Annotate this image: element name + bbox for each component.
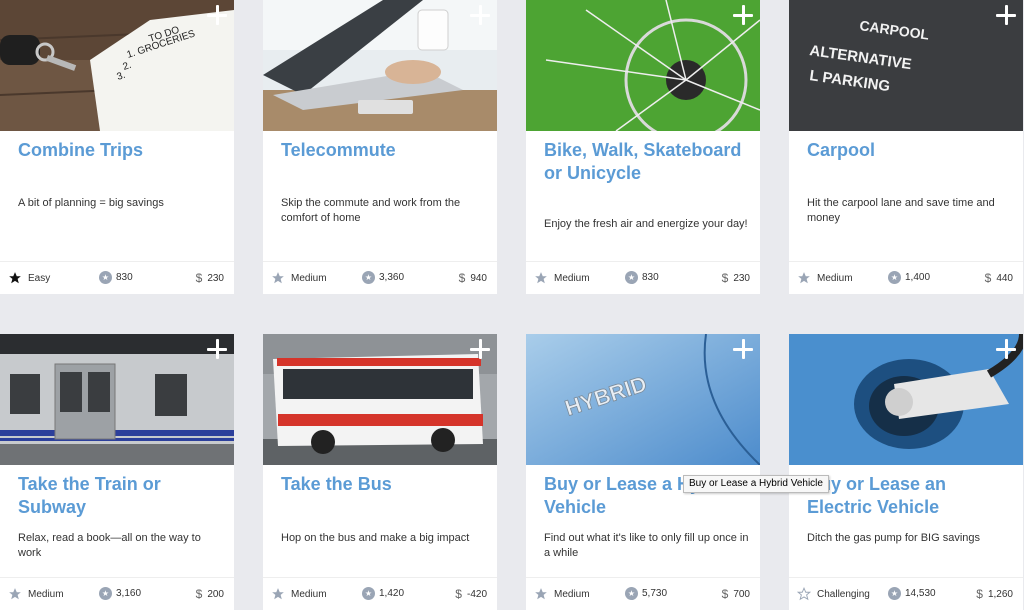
difficulty-label: Medium	[817, 272, 853, 284]
card-image	[526, 0, 760, 131]
savings-value: 230	[733, 272, 750, 284]
card-title[interactable]: Take the Bus	[281, 473, 486, 496]
points-value: 14,530	[905, 588, 936, 599]
dollar-icon: $	[455, 587, 462, 601]
action-card-bus[interactable]: Take the Bus Hop on the bus and make a b…	[263, 334, 497, 610]
points-value: 830	[116, 272, 133, 283]
difficulty-label: Medium	[554, 588, 590, 600]
card-image: CARPOOL ALTERNATIVE L PARKING	[789, 0, 1023, 131]
points-value: 830	[642, 272, 659, 283]
star-filled-icon	[272, 588, 284, 600]
star-filled-icon	[9, 272, 21, 284]
card-description: Enjoy the fresh air and energize your da…	[544, 218, 748, 230]
card-image	[0, 334, 234, 465]
card-description: Find out what it's like to only fill up …	[544, 532, 749, 559]
savings-value: 440	[996, 272, 1013, 284]
hover-tooltip: Buy or Lease a Hybrid Vehicle	[683, 475, 829, 493]
card-description: Relax, read a book—all on the way to wor…	[18, 532, 201, 559]
card-footer: Challenging ★ 14,530 $1,260	[789, 577, 1023, 610]
dollar-icon: $	[458, 271, 466, 285]
star-outline-icon	[797, 587, 811, 601]
add-plus-icon[interactable]	[993, 336, 1019, 362]
points-value: 3,160	[116, 588, 142, 599]
savings-value: 940	[470, 272, 487, 284]
action-card-hybrid[interactable]: HYBRID Buy or Lease a Hybrid Vehicle Fin…	[526, 334, 760, 610]
savings-value: 200	[207, 588, 224, 600]
card-title[interactable]: Buy or Lease an Electric Vehicle	[807, 473, 1012, 519]
dollar-icon: $	[195, 271, 203, 285]
card-image	[263, 0, 497, 131]
card-image: TO DO 1. GROCERIES 2. 3.	[0, 0, 234, 131]
star-filled-icon	[535, 588, 547, 600]
card-description: A bit of planning = big savings	[18, 197, 164, 209]
points-star-icon: ★	[625, 271, 638, 284]
difficulty-label: Medium	[28, 588, 64, 600]
card-footer: Easy ★ 830 $230	[0, 261, 234, 294]
card-footer: Medium ★ 1,400 $440	[789, 261, 1023, 294]
card-description: Skip the commute and work from the comfo…	[281, 197, 461, 224]
card-title[interactable]: Bike, Walk, Skateboard or Unicycle	[544, 139, 749, 185]
difficulty-label: Challenging	[817, 588, 870, 600]
points-value: 1,420	[379, 588, 405, 599]
action-card-electric[interactable]: Buy or Lease an Electric Vehicle Ditch t…	[789, 334, 1023, 610]
points-star-icon: ★	[625, 587, 638, 600]
dollar-icon: $	[976, 587, 983, 601]
star-filled-icon	[9, 588, 21, 600]
card-title[interactable]: Combine Trips	[18, 139, 223, 162]
action-card-combine-trips[interactable]: TO DO 1. GROCERIES 2. 3. Combine Trips A…	[0, 0, 234, 294]
card-title[interactable]: Telecommute	[281, 139, 486, 162]
star-filled-icon	[535, 272, 547, 284]
points-star-icon: ★	[888, 271, 901, 284]
add-plus-icon[interactable]	[730, 2, 756, 28]
action-card-carpool[interactable]: CARPOOL ALTERNATIVE L PARKING Carpool Hi…	[789, 0, 1023, 294]
action-card-telecommute[interactable]: Telecommute Skip the commute and work fr…	[263, 0, 497, 294]
add-plus-icon[interactable]	[204, 336, 230, 362]
points-value: 5,730	[642, 588, 668, 599]
card-image	[789, 334, 1023, 465]
card-title[interactable]: Carpool	[807, 139, 1012, 162]
card-footer: Medium ★ 830 $230	[526, 261, 760, 294]
dollar-icon: $	[984, 271, 992, 285]
points-value: 1,400	[905, 272, 931, 283]
savings-value: 230	[207, 272, 224, 284]
card-footer: Medium ★ 1,420 $ -420	[263, 577, 497, 610]
card-description: Hop on the bus and make a big impact	[281, 532, 470, 544]
dollar-icon: $	[195, 587, 203, 601]
add-plus-icon[interactable]	[467, 336, 493, 362]
difficulty-label: Medium	[291, 272, 327, 284]
dollar-icon: $	[721, 587, 729, 601]
add-plus-icon[interactable]	[993, 2, 1019, 28]
action-card-train[interactable]: Take the Train or Subway Relax, read a b…	[0, 334, 234, 610]
star-filled-icon	[272, 272, 284, 284]
card-description: Hit the carpool lane and save time and m…	[807, 197, 995, 224]
savings-value: 1,260	[987, 588, 1013, 600]
add-plus-icon[interactable]	[467, 2, 493, 28]
savings-value: 700	[733, 588, 750, 600]
card-description: Ditch the gas pump for BIG savings	[807, 532, 981, 544]
dollar-icon: $	[721, 271, 729, 285]
add-plus-icon[interactable]	[730, 336, 756, 362]
points-star-icon: ★	[362, 587, 375, 600]
points-value: 3,360	[379, 272, 405, 283]
card-footer: Medium ★ 3,360 $940	[263, 261, 497, 294]
points-star-icon: ★	[362, 271, 375, 284]
savings-value: -420	[466, 588, 487, 600]
difficulty-label: Medium	[554, 272, 590, 284]
card-image: HYBRID	[526, 334, 760, 465]
action-card-bike-walk[interactable]: Bike, Walk, Skateboard or Unicycle Enjoy…	[526, 0, 760, 294]
points-star-icon: ★	[888, 587, 901, 600]
card-footer: Medium ★ 5,730 $700	[526, 577, 760, 610]
add-plus-icon[interactable]	[204, 2, 230, 28]
card-image	[263, 334, 497, 465]
difficulty-label: Medium	[291, 588, 327, 600]
star-filled-icon	[798, 272, 810, 284]
card-footer: Medium ★ 3,160 $200	[0, 577, 234, 610]
points-star-icon: ★	[99, 587, 112, 600]
card-title[interactable]: Take the Train or Subway	[18, 473, 223, 519]
difficulty-label: Easy	[28, 272, 51, 284]
points-star-icon: ★	[99, 271, 112, 284]
